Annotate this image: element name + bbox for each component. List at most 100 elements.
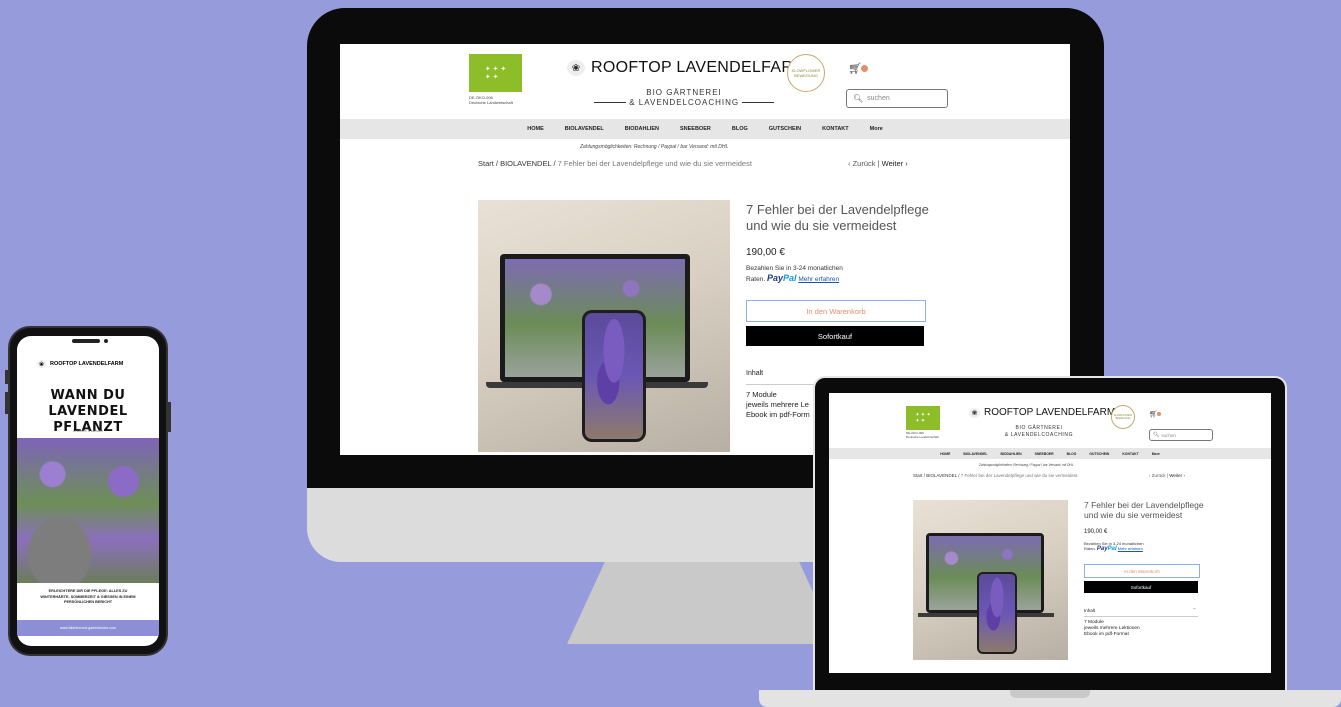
pay-more-link-laptop[interactable]: Mehr erfahren: [1118, 546, 1143, 551]
nav-blog-laptop[interactable]: BLOG: [1067, 452, 1077, 456]
breadcrumb-current-laptop: 7 Fehler bei der Lavendelpflege und wie …: [960, 473, 1078, 478]
eu-organic-logo: ✦ ✦ ✦ ✦ ✦: [469, 54, 522, 92]
product-price: 190,00 €: [746, 247, 785, 258]
sub-rule-left: [594, 102, 626, 104]
paypal-logo-icon: PayPal: [767, 273, 797, 283]
product-title-laptop-line2: und wie du sie vermeidest: [1084, 510, 1183, 521]
module-list-laptop: 7 Module jeweils mehrere Lektionen Ebook…: [1084, 620, 1140, 639]
phone-camera-icon: [104, 339, 108, 343]
add-to-cart-button[interactable]: In den Warenkorb: [746, 300, 926, 322]
module-item-2: jeweils mehrere Le: [746, 399, 809, 409]
buy-now-button-laptop[interactable]: Sofortkauf: [1084, 581, 1198, 593]
eu-stars-icon: ✦ ✦ ✦ ✦ ✦: [484, 66, 507, 81]
nav-biolavendel[interactable]: BIOLAVENDEL: [565, 126, 604, 132]
product-image[interactable]: [478, 200, 730, 452]
eu-label-laptop: DE-ÖKO-006 Deutsche Landwirtschaft: [906, 431, 939, 439]
paypal-info: Bezahlen Sie in 3-24 monatlichen Raten. …: [746, 265, 843, 285]
brand-logo-icon-laptop[interactable]: ❀: [969, 408, 980, 418]
phone-body-line3: PERSÖNLICHEN BERICHT: [63, 600, 113, 604]
breadcrumb-laptop: Start / BIOLAVENDEL / 7 Fehler bei der L…: [913, 473, 1077, 478]
pager-back-laptop[interactable]: ‹ Zurück: [1149, 473, 1166, 478]
nav-sneeboer-laptop[interactable]: SNEEBOER: [1035, 452, 1054, 456]
eu-organic-logo-laptop: ✦ ✦ ✦ ✦ ✦: [906, 406, 940, 430]
paypal-brand-b-laptop: Pal: [1107, 546, 1117, 553]
slowflower-badge: SLOWFLOWER BEWEGUNG: [787, 54, 825, 92]
pay-line2-prefix-laptop: Raten.: [1084, 546, 1096, 552]
slowflower-badge-laptop: SLOWFLOWER BEWEGUNG: [1111, 405, 1135, 429]
main-nav-laptop: HOME BIOLAVENDEL BIODAHLIEN SNEEBOER BLO…: [829, 448, 1271, 459]
search-box[interactable]: 🔍︎ suchen: [846, 89, 948, 108]
pager-back[interactable]: ‹ Zurück: [848, 159, 876, 168]
nav-sneeboer[interactable]: SNEEBOER: [680, 126, 711, 132]
breadcrumb-start-laptop[interactable]: Start / BIOLAVENDEL /: [913, 473, 960, 478]
module-list: 7 Module jeweils mehrere Le Ebook im pdf…: [746, 390, 810, 419]
paypal-brand-a-laptop: Pay: [1096, 546, 1108, 553]
search-icon-laptop: 🔍︎: [1153, 432, 1160, 438]
payment-info: Zahlungsmöglichkeiten: Rechnung / Paypal…: [580, 144, 729, 150]
nav-more-laptop[interactable]: More: [1152, 452, 1160, 456]
product-price-laptop: 190,00 €: [1084, 529, 1108, 535]
laptop-notch: [1010, 690, 1090, 698]
add-to-cart-button-laptop[interactable]: In den Warenkorb: [1084, 564, 1200, 578]
nav-home-laptop[interactable]: HOME: [940, 452, 950, 456]
brand-sub-line2: & LAVENDELCOACHING: [594, 98, 775, 107]
brand-sub-line1: BIO GÄRTNEREI: [646, 88, 722, 97]
phone-power-button: [168, 402, 171, 432]
module-item-laptop-3: Ebook im pdf-Format: [1084, 632, 1129, 638]
nav-more[interactable]: More: [870, 126, 883, 132]
phone-display: ❀ ROOFTOP LAVENDELFARM WANN DU LAVENDEL …: [17, 336, 159, 646]
nav-biodahlien-laptop[interactable]: BIODAHLIEN: [1000, 452, 1021, 456]
paypal-brand-b: Pal: [782, 273, 797, 284]
search-input-laptop[interactable]: suchen: [1161, 433, 1176, 438]
phone-side-button-2: [5, 392, 8, 414]
buy-now-button[interactable]: Sofortkauf: [746, 326, 924, 346]
nav-gutschein[interactable]: GUTSCHEIN: [769, 126, 801, 132]
laptop-site: ✦ ✦ ✦ ✦ ✦ DE-ÖKO-006 Deutsche Landwirtsch…: [829, 393, 1271, 673]
monitor-stand: [567, 562, 837, 644]
mock-phone-screen-l: [979, 574, 1015, 652]
module-item-1: 7 Module: [746, 390, 777, 399]
brand-name[interactable]: ROOFTOP LAVENDELFARM: [591, 59, 807, 77]
payment-info-laptop: Zahlungsmöglichkeiten: Rechnung / Paypal…: [979, 463, 1074, 467]
phone-footer-url: www.bildrehcmat.gartenkontor.com: [17, 620, 159, 636]
inhalt-toggle-laptop[interactable]: –: [1193, 606, 1196, 612]
nav-biolavendel-laptop[interactable]: BIOLAVENDEL: [963, 452, 987, 456]
cart-count-badge: [861, 65, 868, 72]
nav-gutschein-laptop[interactable]: GUTSCHEIN: [1089, 452, 1109, 456]
eu-label-line2: Deutsche Landwirtschaft: [469, 100, 513, 105]
phone-side-button-1: [5, 370, 8, 384]
inhalt-label[interactable]: Inhalt: [746, 370, 763, 377]
cart-icon[interactable]: 🛒︎: [848, 62, 862, 75]
eu-label-laptop-line2: Deutsche Landwirtschaft: [906, 435, 939, 439]
inhalt-label-laptop[interactable]: Inhalt: [1084, 608, 1095, 613]
phone-brand-logo-icon: ❀: [37, 360, 46, 368]
product-image-laptop[interactable]: [913, 500, 1068, 660]
search-box-laptop[interactable]: 🔍︎ suchen: [1149, 429, 1213, 441]
pager: ‹ Zurück | Weiter ›: [848, 159, 908, 168]
pager-sep-laptop: |: [1166, 473, 1168, 478]
module-item-3: Ebook im pdf-Form: [746, 409, 810, 419]
nav-kontakt-laptop[interactable]: KONTAKT: [1122, 452, 1138, 456]
pager-next-laptop[interactable]: Weiter ›: [1169, 473, 1185, 478]
paypal-info-laptop: Bezahlen Sie in 3-24 monatlichen Raten. …: [1084, 541, 1144, 554]
nav-home[interactable]: HOME: [527, 126, 544, 132]
pager-next[interactable]: Weiter ›: [882, 159, 908, 168]
breadcrumb-start[interactable]: Start / BIOLAVENDEL /: [478, 159, 556, 168]
nav-blog[interactable]: BLOG: [732, 126, 748, 132]
brand-name-laptop[interactable]: ROOFTOP LAVENDELFARM: [984, 407, 1115, 418]
product-title-line2: und wie du sie vermeidest: [746, 217, 897, 233]
phone-body-text: ERLEICHTERE DIR DIE PFLEGE: ALLES ZU WIN…: [17, 589, 159, 606]
phone-headline-line2: PFLANZT: [53, 420, 123, 435]
phone-hero-image: [17, 438, 159, 583]
main-nav: HOME BIOLAVENDEL BIODAHLIEN SNEEBOER BLO…: [340, 119, 1070, 139]
pay-more-link[interactable]: Mehr erfahren: [798, 276, 839, 283]
nav-kontakt[interactable]: KONTAKT: [822, 126, 848, 132]
phone-read-time: Lesezeit: 5 Minuten: [72, 429, 104, 433]
breadcrumb-current: 7 Fehler bei der Lavendelpflege und wie …: [557, 159, 752, 168]
brand-logo-icon[interactable]: ❀: [567, 60, 585, 76]
brand-sub-line1-laptop: BIO GÄRTNEREI: [1015, 425, 1063, 431]
mock-phone-screen: [585, 313, 643, 439]
brand-sub-line2-text: & LAVENDELCOACHING: [629, 98, 740, 107]
nav-biodahlien[interactable]: BIODAHLIEN: [625, 126, 659, 132]
search-input[interactable]: suchen: [867, 95, 890, 102]
